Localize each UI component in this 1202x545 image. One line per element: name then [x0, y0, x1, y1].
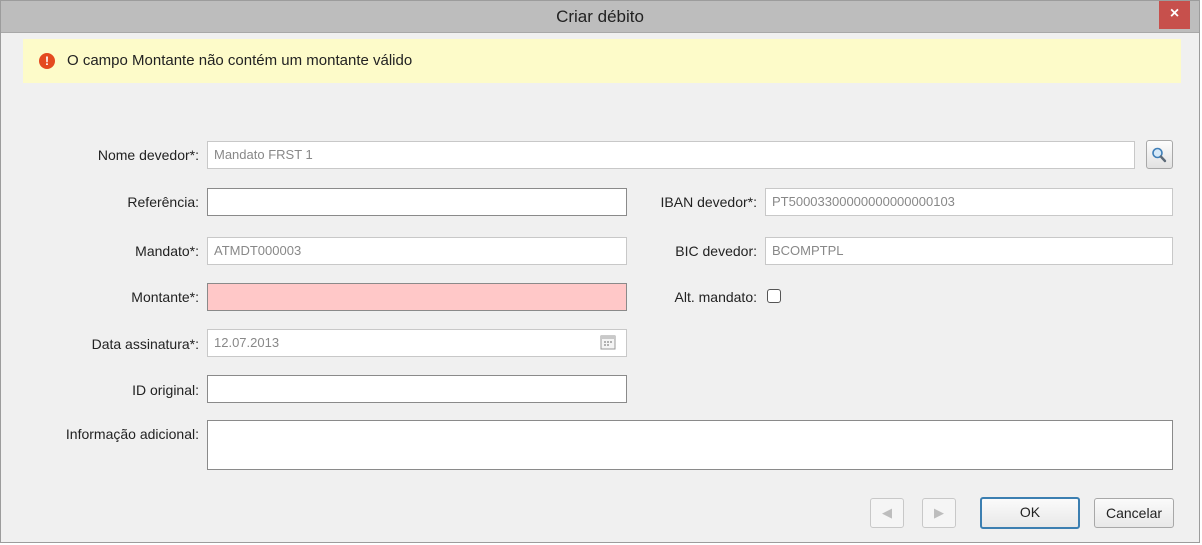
data-assinatura-label: Data assinatura*:	[91, 336, 199, 352]
search-icon	[1152, 147, 1167, 163]
id-original-field[interactable]	[207, 375, 627, 403]
error-icon: !	[39, 53, 55, 69]
informacao-adicional-textarea[interactable]	[207, 420, 1173, 470]
cancel-button[interactable]: Cancelar	[1094, 498, 1174, 528]
informacao-adicional-label: Informação adicional:	[65, 426, 199, 442]
error-banner: ! O campo Montante não contém um montant…	[23, 39, 1181, 83]
id-original-label: ID original:	[132, 382, 199, 398]
close-icon: ×	[1169, 5, 1180, 22]
montante-field[interactable]	[207, 283, 627, 311]
alt-mandato-label: Alt. mandato:	[674, 289, 758, 305]
previous-button[interactable]: ◀	[870, 498, 904, 528]
data-assinatura-field[interactable]: 12.07.2013	[207, 329, 627, 357]
dialog-title: Criar débito	[556, 7, 644, 26]
mandato-label: Mandato*:	[135, 243, 199, 259]
mandato-field[interactable]: ATMDT000003	[207, 237, 627, 265]
nome-devedor-field[interactable]: Mandato FRST 1	[207, 141, 1135, 169]
calendar-icon	[600, 335, 616, 350]
next-button[interactable]: ▶	[922, 498, 956, 528]
previous-icon: ◀	[882, 505, 892, 520]
nome-devedor-label: Nome devedor*:	[97, 147, 199, 163]
dialog-window: Criar débito × ! O campo Montante não co…	[0, 0, 1200, 543]
next-icon: ▶	[934, 505, 944, 520]
iban-devedor-label: IBAN devedor*:	[660, 194, 758, 210]
error-message: O campo Montante não contém um montante …	[67, 52, 413, 69]
montante-label: Montante*:	[131, 289, 199, 305]
alt-mandato-checkbox[interactable]	[767, 289, 781, 303]
calendar-button[interactable]	[598, 333, 618, 353]
bic-devedor-field[interactable]: BCOMPTPL	[765, 237, 1173, 265]
search-button[interactable]	[1146, 140, 1173, 169]
title-bar[interactable]: Criar débito ×	[1, 1, 1199, 33]
referencia-field[interactable]	[207, 188, 627, 216]
iban-devedor-field[interactable]: PT50003300000000000000103	[765, 188, 1173, 216]
bic-devedor-label: BIC devedor:	[675, 243, 757, 259]
referencia-label: Referência:	[127, 194, 199, 210]
ok-button[interactable]: OK	[980, 497, 1080, 529]
close-button[interactable]: ×	[1159, 1, 1190, 29]
